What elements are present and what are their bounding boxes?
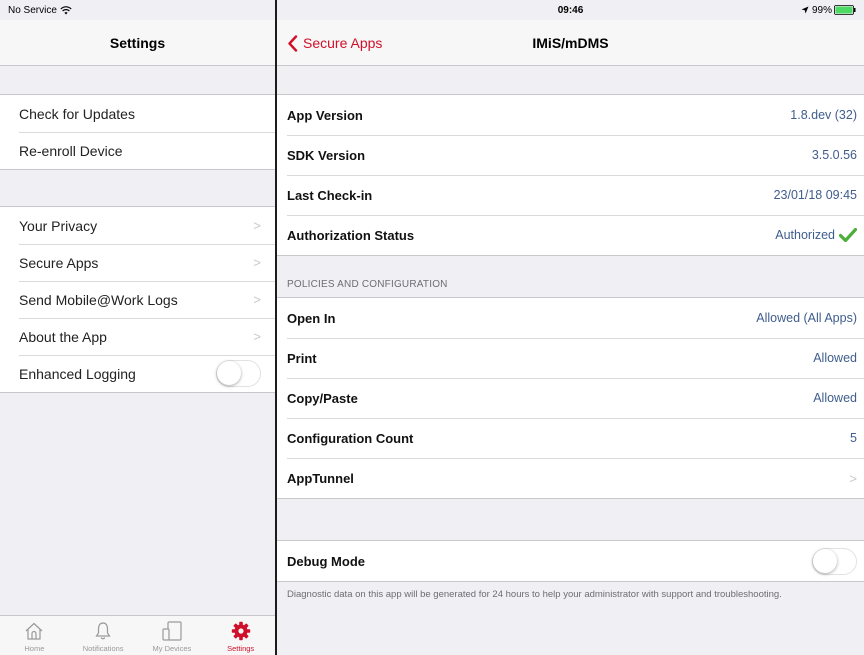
app-info-group: App Version 1.8.dev (32) SDK Version 3.5… xyxy=(277,94,864,256)
debug-mode-row: Debug Mode xyxy=(277,541,864,581)
sdk-version-row: SDK Version 3.5.0.56 xyxy=(277,135,864,175)
chevron-right-icon: > xyxy=(253,329,261,344)
app-version-row: App Version 1.8.dev (32) xyxy=(287,107,857,123)
status-time: 09:46 xyxy=(557,4,584,16)
tab-my-devices[interactable]: My Devices xyxy=(138,616,207,655)
location-arrow-icon xyxy=(801,6,809,14)
tab-notifications[interactable]: Notifications xyxy=(69,616,138,655)
enhanced-logging-row: Enhanced Logging xyxy=(0,355,275,392)
about-app-row[interactable]: About the App > xyxy=(0,318,275,355)
status-battery: 99% xyxy=(801,0,858,20)
back-button[interactable]: Secure Apps xyxy=(287,20,382,66)
home-icon xyxy=(25,622,43,640)
re-enroll-row[interactable]: Re-enroll Device xyxy=(0,132,275,169)
debug-group: Debug Mode xyxy=(277,540,864,582)
secure-apps-row[interactable]: Secure Apps > xyxy=(0,244,275,281)
send-logs-row[interactable]: Send Mobile@Work Logs > xyxy=(0,281,275,318)
settings-navbar: Settings xyxy=(0,20,275,66)
debug-note: Diagnostic data on this app will be gene… xyxy=(287,589,782,600)
check-updates-row[interactable]: Check for Updates xyxy=(0,95,275,132)
maintenance-group: Check for Updates Re-enroll Device xyxy=(0,94,275,170)
chevron-right-icon: > xyxy=(253,292,261,307)
chevron-left-icon xyxy=(288,34,298,52)
devices-icon xyxy=(162,621,182,641)
gear-icon xyxy=(231,621,250,641)
detail-title: IMiS/mDMS xyxy=(532,34,609,51)
battery-icon xyxy=(834,5,856,15)
bell-icon xyxy=(95,622,111,640)
apptunnel-row[interactable]: AppTunnel > xyxy=(277,458,864,498)
policies-group: Open In Allowed (All Apps) Print Allowed… xyxy=(277,297,864,499)
checkmark-icon xyxy=(839,228,857,242)
status-badge: Authorized xyxy=(775,228,835,242)
tab-home[interactable]: Home xyxy=(0,616,69,655)
enhanced-logging-toggle[interactable] xyxy=(216,360,261,387)
your-privacy-row[interactable]: Your Privacy > xyxy=(0,207,275,244)
settings-pane: No Service Settings Check for Updates Re… xyxy=(0,0,275,655)
last-checkin-row: Last Check-in 23/01/18 09:45 xyxy=(277,175,864,215)
debug-mode-toggle[interactable] xyxy=(812,547,857,575)
chevron-right-icon: > xyxy=(253,255,261,270)
app-settings-group: Your Privacy > Secure Apps > Send Mobile… xyxy=(0,206,275,393)
status-carrier: No Service xyxy=(8,0,72,20)
chevron-right-icon: > xyxy=(253,218,261,233)
app-detail-pane: 09:46 99% Secure Apps IMiS/mDMS App Vers… xyxy=(277,0,864,655)
tab-settings[interactable]: Settings xyxy=(206,616,275,655)
tab-bar: Home Notifications My Devices Settings xyxy=(0,615,275,655)
wifi-icon xyxy=(60,5,72,14)
detail-navbar: Secure Apps IMiS/mDMS xyxy=(277,20,864,66)
copy-paste-row: Copy/Paste Allowed xyxy=(277,378,864,418)
open-in-row: Open In Allowed (All Apps) xyxy=(287,310,857,326)
policies-section-header: POLICIES AND CONFIGURATION xyxy=(287,279,448,290)
print-row: Print Allowed xyxy=(277,338,864,378)
configuration-count-row: Configuration Count 5 xyxy=(277,418,864,458)
chevron-right-icon: > xyxy=(849,470,857,486)
page-title: Settings xyxy=(109,34,166,51)
authorization-status-row: Authorization Status Authorized xyxy=(277,215,864,255)
